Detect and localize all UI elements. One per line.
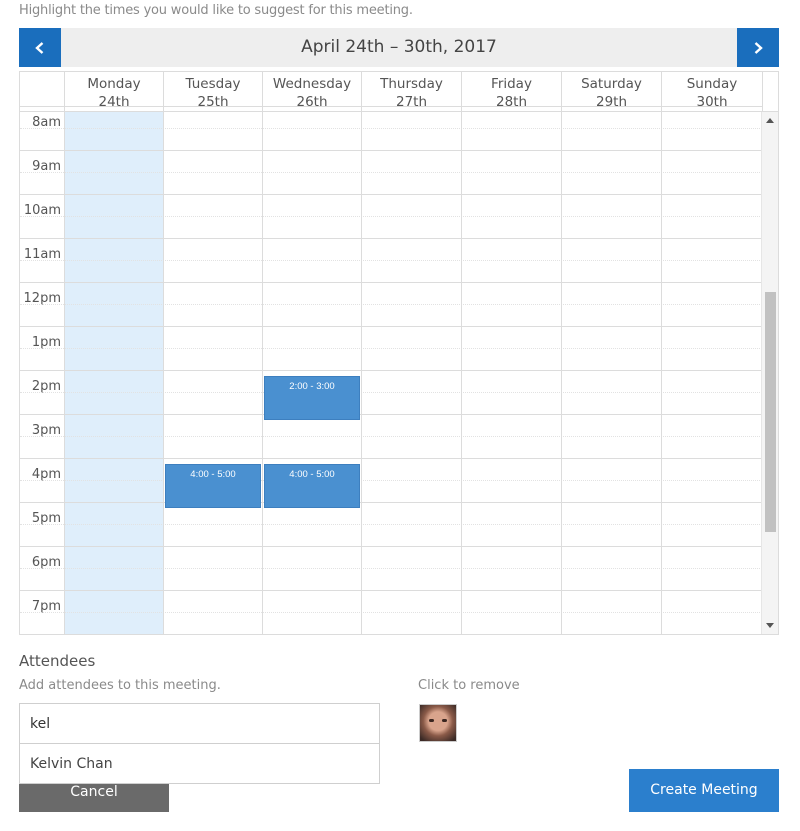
attendee-search-input[interactable] bbox=[19, 703, 380, 744]
column-divider bbox=[361, 112, 362, 634]
time-label: 9am bbox=[32, 159, 61, 174]
time-label: 12pm bbox=[23, 291, 61, 306]
time-row[interactable]: 5pm bbox=[20, 502, 762, 546]
column-divider bbox=[64, 112, 65, 634]
time-label: 6pm bbox=[31, 555, 61, 570]
column-divider bbox=[262, 112, 263, 634]
time-row[interactable]: 9am bbox=[20, 150, 762, 194]
time-row[interactable]: 1pm bbox=[20, 326, 762, 370]
attendee-avatar[interactable] bbox=[419, 704, 457, 742]
calendar-scrollbar[interactable] bbox=[761, 112, 778, 634]
time-row[interactable]: 8am bbox=[20, 106, 762, 150]
header-spacer bbox=[762, 72, 778, 112]
time-row[interactable]: 11am bbox=[20, 238, 762, 282]
event-block[interactable]: 2:00 - 3:00 bbox=[264, 376, 360, 420]
column-divider bbox=[163, 112, 164, 634]
cancel-button[interactable]: Cancel bbox=[19, 784, 169, 812]
time-row[interactable]: 12pm bbox=[20, 282, 762, 326]
time-label: 7pm bbox=[31, 599, 61, 614]
time-label: 5pm bbox=[31, 511, 61, 526]
chevron-right-icon bbox=[754, 41, 763, 54]
next-week-button[interactable] bbox=[737, 28, 779, 67]
time-row[interactable]: 6pm bbox=[20, 546, 762, 590]
date-range-title: April 24th – 30th, 2017 bbox=[301, 37, 497, 57]
chevron-left-icon bbox=[35, 41, 44, 54]
time-row[interactable]: 3pm bbox=[20, 414, 762, 458]
time-label: 2pm bbox=[31, 379, 61, 394]
instruction-text: Highlight the times you would like to su… bbox=[19, 3, 413, 18]
attendees-subtitle: Add attendees to this meeting. bbox=[19, 678, 221, 693]
time-label: 8am bbox=[32, 115, 61, 130]
event-block[interactable]: 4:00 - 5:00 bbox=[165, 464, 261, 508]
time-row[interactable]: 2pm bbox=[20, 370, 762, 414]
column-divider bbox=[461, 112, 462, 634]
attendees-title: Attendees bbox=[19, 652, 96, 670]
column-divider bbox=[561, 112, 562, 634]
event-block[interactable]: 4:00 - 5:00 bbox=[264, 464, 360, 508]
remove-hint: Click to remove bbox=[418, 678, 520, 693]
time-row[interactable]: 7pm bbox=[20, 590, 762, 634]
time-label: 3pm bbox=[31, 423, 61, 438]
attendee-suggestion-item[interactable]: Kelvin Chan bbox=[19, 743, 380, 784]
time-grid[interactable]: 8am 9am 10am 11am 12pm 1pm 2pm 3pm 4pm 5… bbox=[20, 106, 778, 634]
column-divider bbox=[661, 112, 662, 634]
create-meeting-button[interactable]: Create Meeting bbox=[629, 769, 779, 812]
time-label: 4pm bbox=[31, 467, 61, 482]
calendar-header: April 24th – 30th, 2017 bbox=[19, 28, 779, 67]
time-row[interactable]: 4pm bbox=[20, 458, 762, 502]
previous-week-button[interactable] bbox=[19, 28, 61, 67]
time-label: 1pm bbox=[31, 335, 61, 350]
scroll-up-arrow-icon[interactable] bbox=[762, 112, 778, 128]
scrollbar-thumb[interactable] bbox=[765, 292, 776, 532]
week-calendar: Monday 24th Tuesday 25th Wednesday 26th Thu… bbox=[19, 71, 779, 635]
time-row[interactable]: 10am bbox=[20, 194, 762, 238]
time-label: 11am bbox=[23, 247, 61, 262]
scroll-down-arrow-icon[interactable] bbox=[762, 618, 778, 634]
time-label: 10am bbox=[23, 203, 61, 218]
